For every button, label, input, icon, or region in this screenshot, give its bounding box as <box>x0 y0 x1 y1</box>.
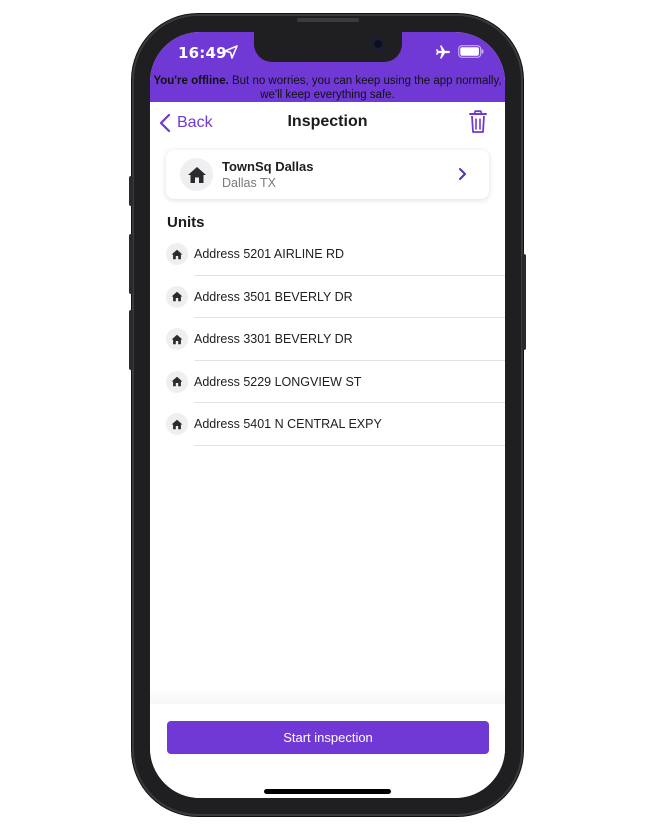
unit-row[interactable]: Address 5401 N CENTRAL EXPY <box>150 403 505 446</box>
house-icon <box>187 166 206 183</box>
offline-banner-text: But no worries, you can keep using the a… <box>228 75 502 101</box>
volume-down-button <box>129 310 133 370</box>
row-divider <box>194 444 505 446</box>
notch <box>254 32 402 62</box>
status-bar: 16:49 You're offline. But no worries, yo… <box>150 32 505 102</box>
unit-address: Address 5201 AIRLINE RD <box>194 247 345 261</box>
navigation-bar: Back Inspection <box>150 102 505 144</box>
house-icon <box>171 419 183 429</box>
silent-switch <box>129 176 133 206</box>
unit-avatar <box>166 328 188 350</box>
power-button <box>522 254 526 350</box>
app-screen: 16:49 You're offline. But no worries, yo… <box>150 32 505 798</box>
page-title: Inspection <box>287 113 368 130</box>
community-name: TownSq Dallas <box>222 159 314 174</box>
chevron-right-icon <box>459 168 466 180</box>
units-heading: Units <box>167 214 205 231</box>
battery-icon <box>458 45 484 58</box>
front-camera <box>371 37 385 51</box>
house-icon <box>171 291 183 302</box>
community-avatar <box>180 158 213 191</box>
earpiece-speaker <box>297 18 359 22</box>
unit-row[interactable]: Address 5229 LONGVIEW ST <box>150 361 505 403</box>
unit-address: Address 3301 BEVERLY DR <box>194 332 353 346</box>
community-location: Dallas TX <box>222 176 276 190</box>
house-icon <box>171 334 183 344</box>
unit-list: Address 5201 AIRLINE RD Address 3501 BEV… <box>150 233 505 446</box>
status-time: 16:49 <box>178 44 227 62</box>
trash-icon[interactable] <box>468 110 488 134</box>
location-arrow-icon <box>224 45 238 59</box>
house-icon <box>171 376 183 387</box>
house-icon <box>171 249 183 259</box>
unit-avatar <box>166 243 188 265</box>
unit-address: Address 3501 BEVERLY DR <box>194 289 353 304</box>
volume-up-button <box>129 234 133 294</box>
unit-avatar <box>166 370 188 393</box>
unit-address: Address 5401 N CENTRAL EXPY <box>194 417 382 431</box>
unit-row[interactable]: Address 3301 BEVERLY DR <box>150 318 505 361</box>
unit-avatar <box>166 413 188 435</box>
offline-banner-title: You're offline. <box>153 75 229 87</box>
unit-row[interactable]: Address 3501 BEVERLY DR <box>150 276 505 318</box>
home-indicator[interactable] <box>264 789 391 794</box>
unit-address: Address 5229 LONGVIEW ST <box>194 374 362 389</box>
airplane-mode-icon <box>436 45 450 59</box>
unit-avatar <box>166 285 188 308</box>
start-inspection-button[interactable]: Start inspection <box>167 721 489 754</box>
community-card[interactable]: TownSq Dallas Dallas TX <box>166 150 489 199</box>
unit-row[interactable]: Address 5201 AIRLINE RD <box>150 233 505 276</box>
footer-shadow <box>150 688 505 704</box>
offline-banner: You're offline. But no worries, you can … <box>150 74 505 102</box>
